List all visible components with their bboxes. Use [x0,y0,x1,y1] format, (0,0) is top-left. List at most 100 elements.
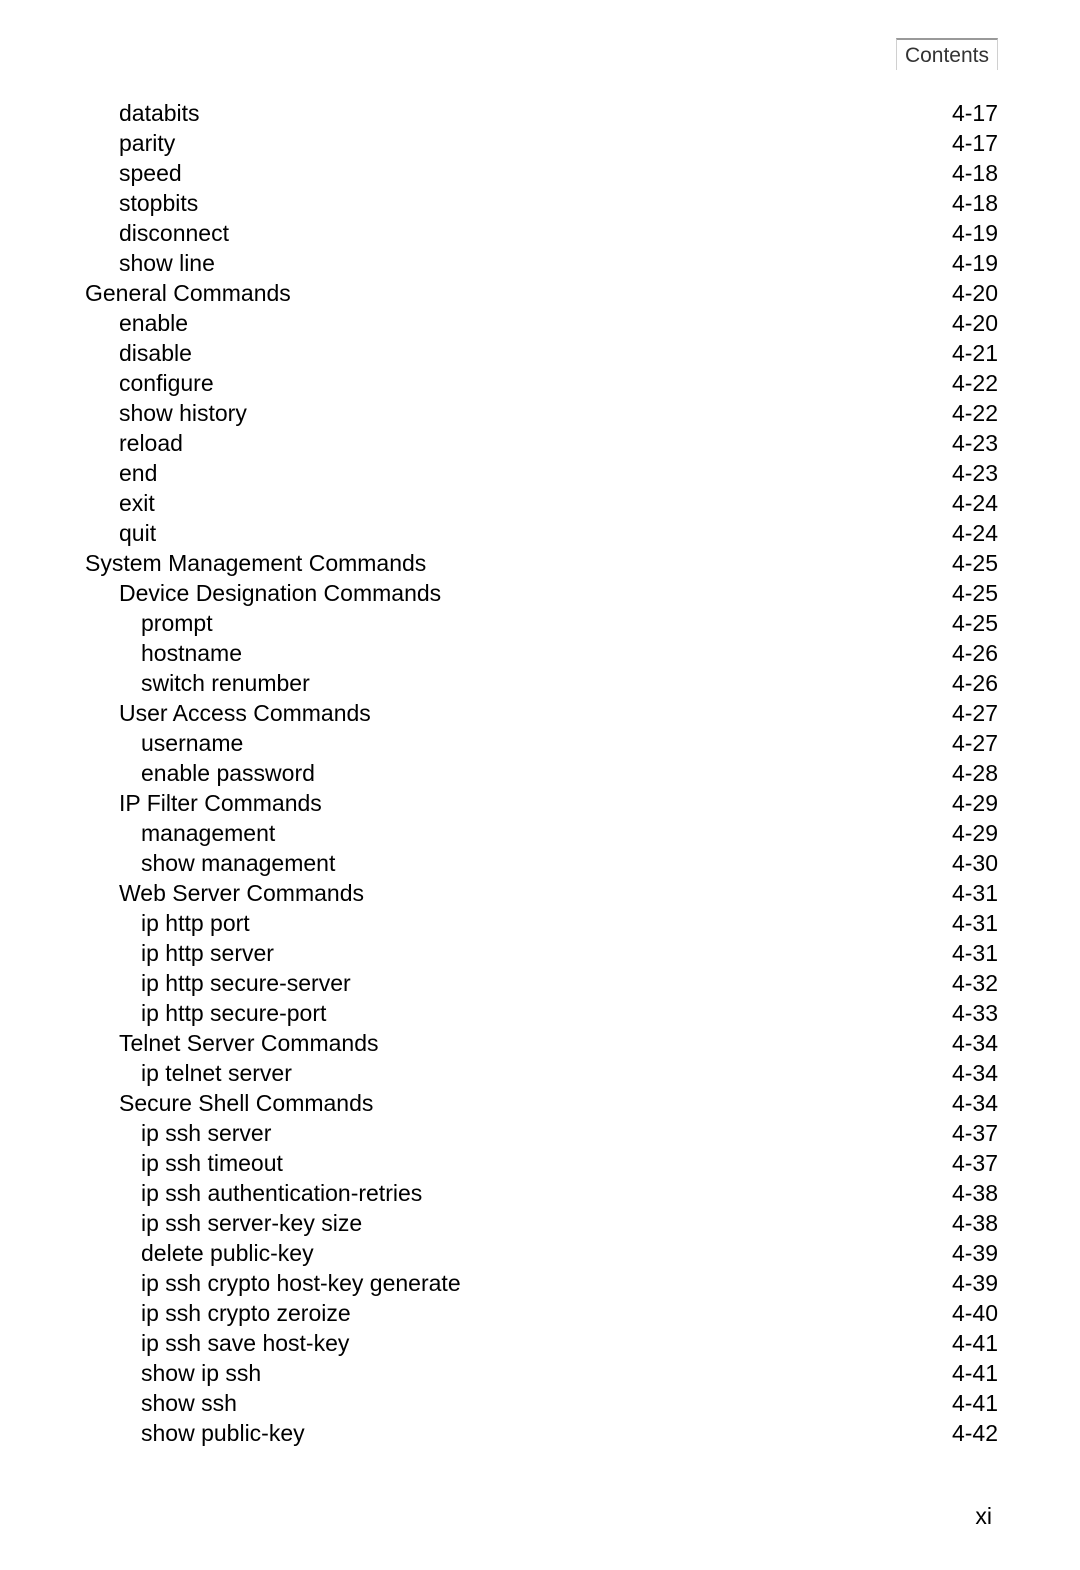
toc-page: 4-26 [952,668,998,698]
toc-title: Secure Shell Commands [85,1088,373,1118]
toc-row: ip ssh server-key size 4-38 [85,1208,998,1238]
toc-title: enable [85,308,188,338]
toc-page: 4-39 [952,1268,998,1298]
toc-page: 4-25 [952,548,998,578]
page-number: xi [975,1503,992,1530]
toc-row: show history 4-22 [85,398,998,428]
toc-page: 4-26 [952,638,998,668]
toc-title: ip telnet server [85,1058,292,1088]
toc-page: 4-22 [952,398,998,428]
toc-row: show public-key4-42 [85,1418,998,1448]
toc-title: hostname [85,638,242,668]
toc-row: ip ssh timeout 4-37 [85,1148,998,1178]
toc-page: 4-20 [952,278,998,308]
toc-page: 4-41 [952,1328,998,1358]
toc-row: prompt4-25 [85,608,998,638]
toc-row: stopbits4-18 [85,188,998,218]
toc-page: 4-30 [952,848,998,878]
toc-page: 4-33 [952,998,998,1028]
toc-row: hostname 4-26 [85,638,998,668]
toc-title: disconnect [85,218,229,248]
toc-row: Device Designation Commands4-25 [85,578,998,608]
toc-row: ip http server4-31 [85,938,998,968]
toc-row: end4-23 [85,458,998,488]
toc-row: Secure Shell Commands 4-34 [85,1088,998,1118]
toc-page: 4-34 [952,1088,998,1118]
toc-row: enable 4-20 [85,308,998,338]
toc-page: 4-41 [952,1358,998,1388]
toc-title: ip ssh authentication-retries [85,1178,422,1208]
toc-row: ip ssh crypto zeroize 4-40 [85,1298,998,1328]
toc-title: end [85,458,157,488]
toc-page: 4-38 [952,1208,998,1238]
toc-title: databits [85,98,200,128]
toc-title: configure [85,368,214,398]
toc-page: 4-27 [952,698,998,728]
toc-title: Web Server Commands [85,878,364,908]
toc-row: ip ssh authentication-retries 4-38 [85,1178,998,1208]
toc-title: ip ssh timeout [85,1148,283,1178]
toc-title: show history [85,398,247,428]
toc-page: 4-37 [952,1118,998,1148]
toc-row: Web Server Commands 4-31 [85,878,998,908]
toc-title: speed [85,158,182,188]
toc-row: IP Filter Commands4-29 [85,788,998,818]
toc-page: 4-22 [952,368,998,398]
toc-page: 4-38 [952,1178,998,1208]
toc-row: quit 4-24 [85,518,998,548]
toc-title: prompt [85,608,213,638]
toc-page: 4-24 [952,518,998,548]
toc-row: delete public-key4-39 [85,1238,998,1268]
toc-page: 4-31 [952,938,998,968]
toc-page: 4-17 [952,98,998,128]
toc-title: show line [85,248,215,278]
toc-page: 4-39 [952,1238,998,1268]
toc-row: disconnect 4-19 [85,218,998,248]
toc-row: ip http secure-server4-32 [85,968,998,998]
toc-title: ip ssh server-key size [85,1208,362,1238]
toc-title: disable [85,338,192,368]
table-of-contents: databits 4-17parity4-17speed4-18stopbits4… [85,98,998,1448]
toc-page: 4-19 [952,248,998,278]
toc-row: ip http port 4-31 [85,908,998,938]
toc-row: disable4-21 [85,338,998,368]
toc-page: 4-20 [952,308,998,338]
toc-page: 4-25 [952,578,998,608]
toc-title: reload [85,428,183,458]
toc-row: show ip ssh4-41 [85,1358,998,1388]
toc-title: General Commands [85,278,291,308]
toc-title: ip ssh crypto zeroize [85,1298,351,1328]
toc-row: switch renumber4-26 [85,668,998,698]
toc-page: 4-34 [952,1058,998,1088]
toc-page: 4-24 [952,488,998,518]
toc-row: ip ssh crypto host-key generate4-39 [85,1268,998,1298]
toc-title: quit [85,518,156,548]
toc-row: speed4-18 [85,158,998,188]
toc-title: show management [85,848,335,878]
section-header: Contents [896,38,998,70]
toc-row: System Management Commands 4-25 [85,548,998,578]
toc-row: Telnet Server Commands 4-34 [85,1028,998,1058]
toc-title: ip http port [85,908,250,938]
toc-page: 4-31 [952,878,998,908]
toc-row: exit4-24 [85,488,998,518]
toc-page: 4-40 [952,1298,998,1328]
toc-page: 4-34 [952,1028,998,1058]
toc-row: show ssh4-41 [85,1388,998,1418]
toc-title: ip ssh save host-key [85,1328,349,1358]
toc-row: ip ssh save host-key 4-41 [85,1328,998,1358]
toc-title: Telnet Server Commands [85,1028,379,1058]
toc-page: 4-31 [952,908,998,938]
toc-title: ip http secure-port [85,998,326,1028]
toc-title: show public-key [85,1418,305,1448]
toc-row: show line 4-19 [85,248,998,278]
toc-page: 4-27 [952,728,998,758]
toc-page: 4-23 [952,428,998,458]
toc-title: System Management Commands [85,548,426,578]
toc-page: 4-37 [952,1148,998,1178]
toc-page: 4-32 [952,968,998,998]
toc-row: enable password4-28 [85,758,998,788]
toc-page: 4-19 [952,218,998,248]
toc-page: 4-41 [952,1388,998,1418]
toc-row: parity4-17 [85,128,998,158]
